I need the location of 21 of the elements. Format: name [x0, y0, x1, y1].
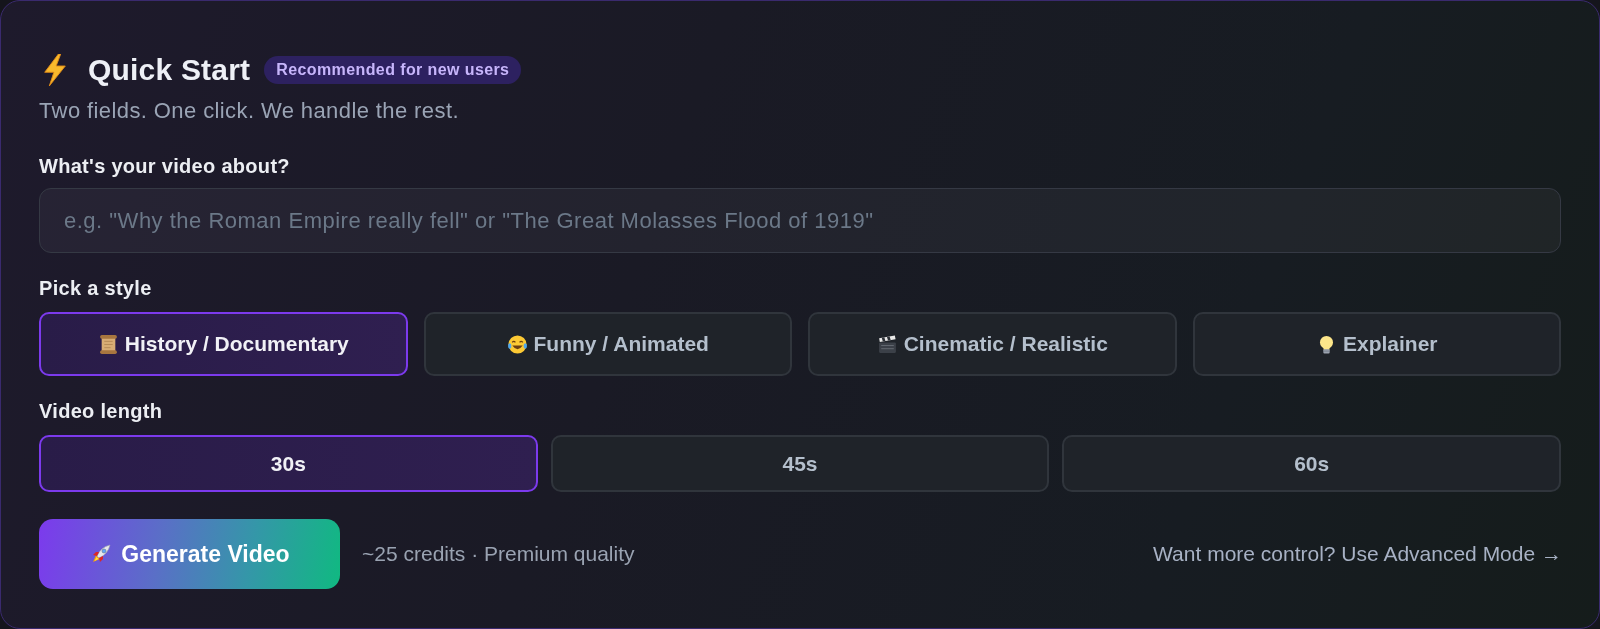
- card-title: Quick Start: [88, 53, 251, 87]
- lightning-icon: [41, 54, 69, 86]
- clapperboard-icon: [876, 333, 898, 355]
- topic-label: What's your video about?: [39, 154, 291, 178]
- style-option[interactable]: Funny / Animated: [423, 312, 792, 376]
- length-option[interactable]: 30s: [39, 435, 538, 492]
- topic-input[interactable]: e.g. "Why the Roman Empire really fell" or "The Great Molasses Flood of 1919": [39, 188, 1561, 253]
- generate-button[interactable]: Generate Video: [39, 519, 340, 589]
- style-option[interactable]: Explainer: [1192, 312, 1561, 376]
- length-label: Video length: [39, 399, 164, 423]
- scroll-icon: [97, 333, 119, 355]
- style-option[interactable]: History / Documentary: [39, 312, 408, 376]
- length-option[interactable]: 45s: [550, 435, 1050, 492]
- cost-note-text: ~25 credits · Premium quality: [362, 541, 635, 568]
- style-option[interactable]: Cinematic / Realistic: [808, 312, 1177, 376]
- recommended-badge: Recommended for new users: [264, 56, 522, 84]
- subtitle-text: Two fields. One click. We handle the rest.: [39, 98, 460, 124]
- advanced-mode-link[interactable]: Want more control? Use Advanced Mode →: [1153, 538, 1562, 570]
- laughing-face-icon: [506, 333, 528, 355]
- length-option[interactable]: 60s: [1062, 435, 1561, 492]
- style-label: Pick a style: [39, 276, 153, 300]
